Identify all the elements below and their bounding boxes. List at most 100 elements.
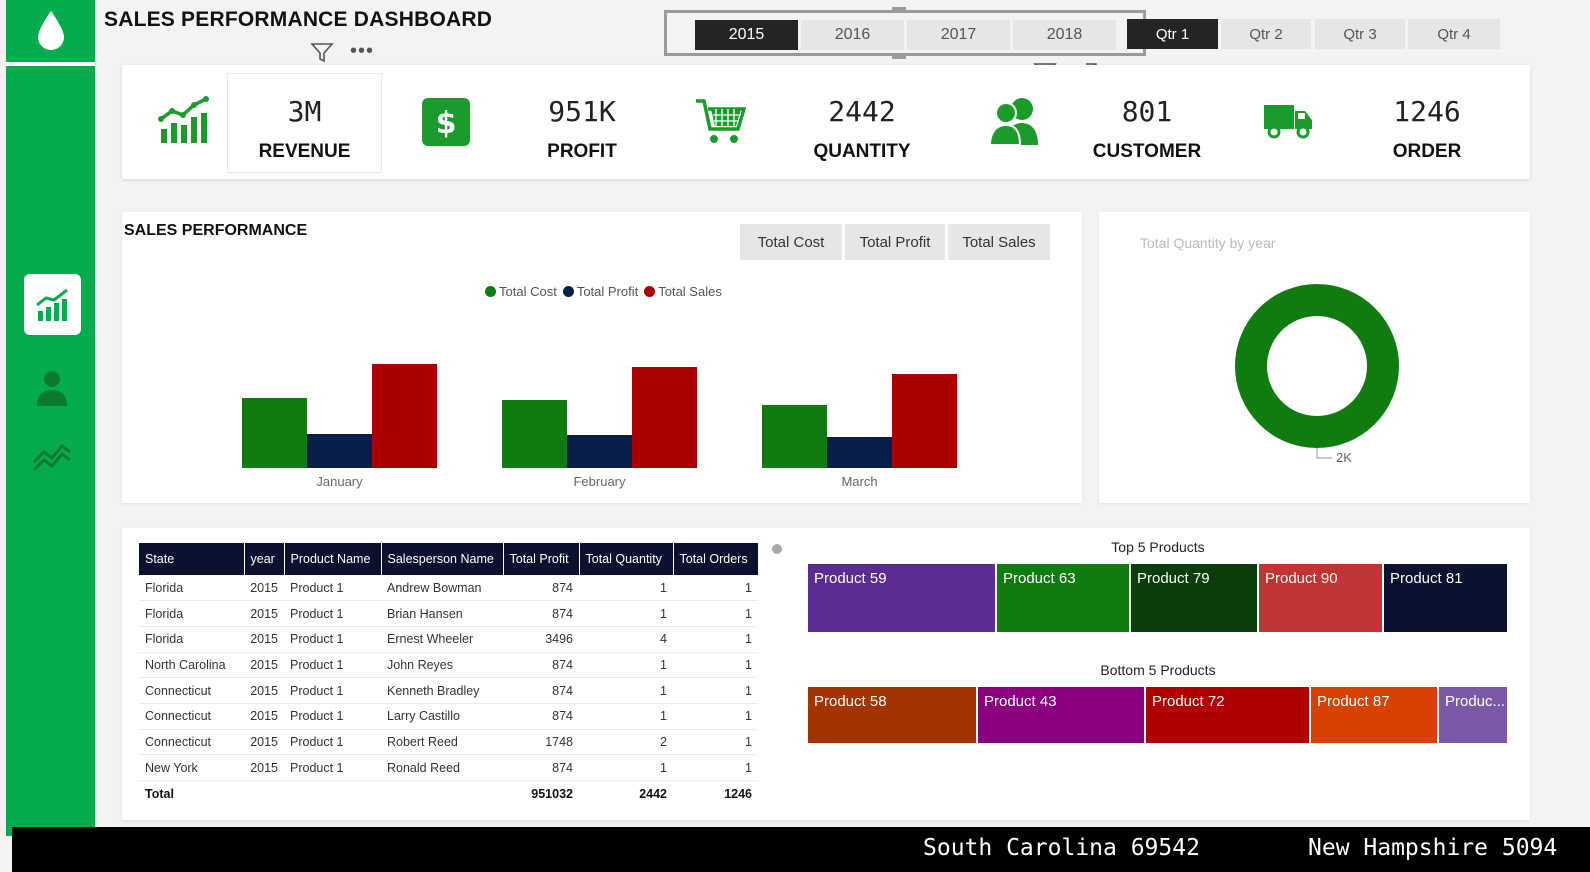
- table-row[interactable]: Florida 2015 Product 1 Ernest Wheeler 3496 4 1: [139, 626, 758, 653]
- qtr-1-button[interactable]: Qtr 1: [1127, 19, 1218, 49]
- qtr-3-button[interactable]: Qtr 3: [1315, 19, 1405, 49]
- col-total-quantity[interactable]: Total Quantity: [579, 543, 674, 575]
- table-cell: 874: [503, 754, 579, 781]
- year-2018-button[interactable]: 2018: [1013, 20, 1116, 50]
- table-header-row: State year Product Name Salesperson Name…: [139, 543, 758, 575]
- top-products-title: Top 5 Products: [1111, 539, 1205, 555]
- scroll-indicator[interactable]: [772, 544, 782, 554]
- table-cell: 874: [503, 652, 579, 679]
- treemap-cell[interactable]: Product 72: [1146, 687, 1309, 743]
- table-cell: Ronald Reed: [381, 754, 503, 781]
- table-cell: 1: [579, 703, 673, 730]
- nav-salesperson-icon[interactable]: [30, 366, 74, 410]
- drop-logo-icon: [6, 0, 95, 60]
- table-cell: Florida: [139, 600, 244, 627]
- table-row[interactable]: Connecticut 2015 Product 1 Kenneth Bradley 8…: [139, 677, 758, 704]
- sales-details-table: State year Product Name Salesperson Name…: [139, 543, 758, 806]
- col-product-name[interactable]: Product Name: [284, 543, 382, 575]
- table-cell: Product 1: [284, 677, 381, 704]
- bar-total-sales-february[interactable]: [632, 367, 697, 468]
- table-cell: [381, 781, 503, 807]
- x-tick-label: January: [316, 474, 363, 489]
- table-row[interactable]: Florida 2015 Product 1 Brian Hansen 874 1 1: [139, 600, 758, 627]
- table-cell: Product 1: [284, 652, 381, 679]
- cart-icon: [694, 95, 747, 152]
- treemap-cell[interactable]: Product 79: [1131, 564, 1257, 632]
- col-total-profit[interactable]: Total Profit: [503, 543, 580, 575]
- bar-total-sales-march[interactable]: [892, 374, 957, 468]
- col-total-orders[interactable]: Total Orders: [673, 543, 758, 575]
- revenue-value: 3M: [287, 95, 322, 128]
- table-cell: Product 1: [284, 729, 381, 756]
- table-row[interactable]: Florida 2015 Product 1 Andrew Bowman 874 1 1: [139, 575, 758, 602]
- treemap-cell[interactable]: Product 87: [1311, 687, 1437, 743]
- table-cell: New York: [139, 754, 244, 781]
- page-title: SALES PERFORMANCE DASHBOARD: [104, 8, 493, 31]
- treemap-cell[interactable]: Produc...: [1439, 687, 1507, 743]
- treemap-cell[interactable]: Product 59: [808, 564, 995, 632]
- table-cell: 1: [673, 652, 758, 679]
- profit-value: 951K: [548, 95, 616, 128]
- revenue-label: REVENUE: [258, 141, 351, 162]
- table-cell: Total: [145, 786, 174, 801]
- qtr-2-button[interactable]: Qtr 2: [1221, 19, 1311, 49]
- order-value: 1246: [1393, 95, 1461, 128]
- svg-text:$: $: [436, 106, 457, 141]
- kpi-strip: 3M REVENUE $ 951K PROFIT 2442 QUANTITY 8…: [122, 65, 1530, 179]
- total-sales-tab[interactable]: Total Sales: [948, 224, 1050, 260]
- table-row[interactable]: Connecticut 2015 Product 1 Larry Castillo 87…: [139, 703, 758, 730]
- year-2015-button[interactable]: 2015: [695, 20, 798, 50]
- users-icon: [988, 95, 1042, 152]
- treemap-cell[interactable]: Product 81: [1384, 564, 1507, 632]
- more-options-icon[interactable]: •••: [350, 40, 374, 63]
- bar-total-cost-march[interactable]: [762, 405, 827, 468]
- table-cell: 2015: [244, 652, 284, 679]
- total-cost-tab[interactable]: Total Cost: [740, 224, 842, 260]
- table-cell: Robert Reed: [381, 729, 503, 756]
- col-salesperson-name[interactable]: Salesperson Name: [381, 543, 504, 575]
- table-cell: Product 1: [284, 754, 381, 781]
- table-cell: 2015: [244, 754, 284, 781]
- quantity-value: 2442: [828, 95, 896, 128]
- treemap-cell[interactable]: Product 63: [997, 564, 1129, 632]
- table-cell: 1: [579, 677, 673, 704]
- table-total-row[interactable]: Total 951032 2442 1246: [139, 781, 758, 807]
- customer-value: 801: [1121, 95, 1173, 128]
- treemap-cell[interactable]: Product 90: [1259, 564, 1382, 632]
- bar-total-profit-january[interactable]: [307, 434, 372, 468]
- x-tick-label: March: [841, 474, 878, 489]
- table-cell: 2015: [244, 677, 284, 704]
- treemap-cell[interactable]: Product 43: [978, 687, 1144, 743]
- table-cell: 951032: [531, 786, 573, 801]
- table-row[interactable]: Connecticut 2015 Product 1 Robert Reed 1748 2…: [139, 729, 758, 756]
- legend-label-profit: Total Profit: [576, 284, 639, 299]
- donut-title: Total Quantity by year: [1140, 235, 1276, 251]
- table-cell: John Reyes: [381, 652, 503, 679]
- bar-total-cost-february[interactable]: [502, 400, 567, 468]
- nav-trend-icon[interactable]: [30, 432, 74, 476]
- table-cell: 1: [673, 677, 758, 704]
- chart-legend: Total Cost Total Profit Total Sales: [485, 284, 722, 299]
- bar-total-cost-january[interactable]: [242, 398, 307, 468]
- table-cell: 874: [503, 677, 579, 704]
- bar-total-profit-february[interactable]: [567, 435, 632, 468]
- table-cell: Connecticut: [139, 703, 244, 730]
- bar-total-profit-march[interactable]: [827, 437, 892, 468]
- nav-rail: [6, 0, 95, 836]
- year-2017-button[interactable]: 2017: [907, 20, 1010, 50]
- table-row[interactable]: New York 2015 Product 1 Ronald Reed 874 1 1: [139, 754, 758, 781]
- col-year[interactable]: year: [244, 543, 285, 575]
- treemap-cell[interactable]: Product 58: [808, 687, 976, 743]
- table-cell: 2015: [244, 729, 284, 756]
- growth-chart-icon: [158, 95, 210, 152]
- table-cell: 2015: [244, 703, 284, 730]
- col-state[interactable]: State: [139, 543, 245, 575]
- qtr-4-button[interactable]: Qtr 4: [1408, 19, 1500, 49]
- nav-sales-button[interactable]: [24, 274, 81, 335]
- year-2016-button[interactable]: 2016: [801, 20, 904, 50]
- table-row[interactable]: North Carolina 2015 Product 1 John Reyes 874…: [139, 652, 758, 679]
- total-profit-tab[interactable]: Total Profit: [845, 224, 945, 260]
- donut-slice-2015[interactable]: [1235, 284, 1399, 448]
- donut-data-label: 2K: [1336, 450, 1352, 465]
- bar-total-sales-january[interactable]: [372, 364, 437, 468]
